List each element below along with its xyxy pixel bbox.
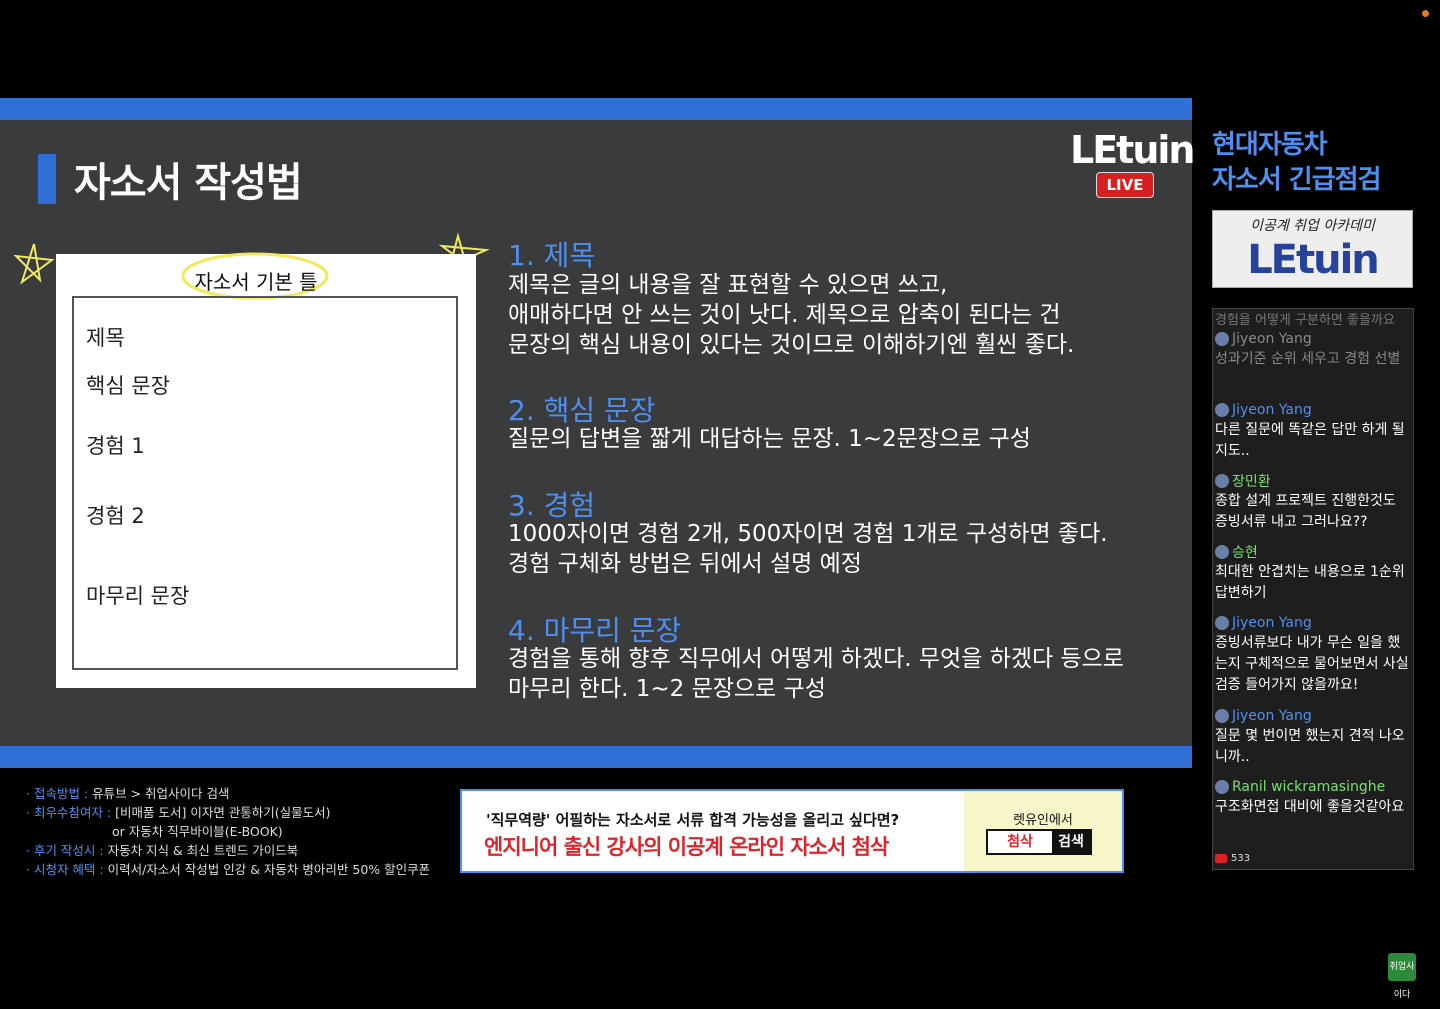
live-chat[interactable]: 경험을 어떻게 구분하면 좋을까요 Jiyeon Yang 성과기준 순위 세우… [1212, 308, 1414, 870]
chat-text: 성과기준 순위 세우고 경험 선별 [1215, 351, 1401, 367]
chat-text: 증빙서류보다 내가 무슨 일을 했는지 구체적으로 물어보면서 사실검증 들어가… [1215, 635, 1409, 693]
section-heading: 4. 마무리 문장 [508, 614, 682, 647]
live-badge: LIVE [1096, 172, 1154, 198]
promo-banner[interactable]: '직무역량' 어필하는 자소서로 서류 합격 가능성을 올리고 싶다면? 엔지니… [460, 789, 1124, 873]
slide: 자소서 작성법 LEtuin LIVE 자소서 기본 틀 제목 핵심 문장 경험… [0, 98, 1195, 768]
section-line: 애매하다면 안 쓰는 것이 낫다. 제목으로 압축이 된다는 건 [508, 302, 1061, 328]
chat-author: 장민환 [1232, 474, 1271, 490]
template-card: 자소서 기본 틀 제목 핵심 문장 경험 1 경험 2 마무리 문장 [56, 252, 476, 688]
section-body: 경험을 통해 향후 직무에서 어떻게 하겠다. 무엇을 하겠다 등으로 마무리 … [508, 644, 1124, 704]
chat-message: Jiyeon Yang 질문 몇 번이면 했는지 견적 나오니까.. [1215, 706, 1413, 768]
chat-text: 종합 설계 프로젝트 진행한것도 증빙서류 내고 그러나요?? [1215, 493, 1396, 530]
chat-text: 구조화면접 대비에 좋을것같아요 [1215, 799, 1405, 815]
info-line: · 최우수참여자 : [비매품 도서] 이자면 관통하기(실물도서) [26, 805, 331, 820]
avatar [1215, 709, 1229, 723]
section-line: 마무리 한다. 1~2 문장으로 구성 [508, 676, 826, 702]
promo-subtitle: '직무역량' 어필하는 자소서로 서류 합격 가능성을 올리고 싶다면? [486, 811, 900, 829]
promo-search-area: 렛유인에서 첨삭 검색 [964, 791, 1122, 871]
chat-message: Ranil wickramasinghe 구조화면접 대비에 좋을것같아요 [1215, 777, 1413, 818]
section-line: 질문의 답변을 짧게 대답하는 문장. 1~2문장으로 구성 [508, 426, 1031, 452]
star-doodle-icon [13, 243, 55, 285]
section-body: 질문의 답변을 짧게 대답하는 문장. 1~2문장으로 구성 [508, 424, 1031, 454]
chat-text: 최대한 안겹치는 내용으로 1순위 답변하기 [1215, 564, 1405, 601]
card-box: 제목 핵심 문장 경험 1 경험 2 마무리 문장 [72, 296, 458, 670]
card-header: 자소서 기본 틀 [194, 270, 318, 294]
chat-text: 질문 몇 번이면 했는지 견적 나오니까.. [1215, 728, 1405, 765]
chat-message: 장민환 종합 설계 프로젝트 진행한것도 증빙서류 내고 그러나요?? [1215, 471, 1413, 533]
chat-message: Jiyeon Yang 증빙서류보다 내가 무슨 일을 했는지 구체적으로 물어… [1215, 613, 1413, 696]
sidebar-title-line: 현대자동차 [1212, 130, 1328, 160]
section-line: 경험을 통해 향후 직무에서 어떻게 하겠다. 무엇을 하겠다 등으로 [508, 646, 1124, 672]
chat-message: Jiyeon Yang 성과기준 순위 세우고 경험 선별 [1215, 329, 1413, 370]
sidebar-title-line: 자소서 긴급점검 [1212, 165, 1381, 195]
section-line: 문장의 핵심 내용이 있다는 것이므로 이해하기엔 훨씬 좋다. [508, 332, 1075, 358]
info-line: · 후기 작성시 : 자동차 지식 & 최신 트렌드 가이드북 [26, 843, 299, 858]
viewer-number: 533 [1231, 853, 1251, 864]
section-heading: 2. 핵심 문장 [508, 394, 656, 427]
sidebar-title: 현대자동차 자소서 긴급점검 [1212, 128, 1381, 198]
section-heading: 1. 제목 [508, 239, 596, 272]
info-line: or 자동차 직무바이블(E-BOOK) [112, 824, 283, 839]
youtube-icon [1215, 854, 1227, 863]
section-body: 제목은 글의 내용을 잘 표현할 수 있으면 쓰고, 애매하다면 안 쓰는 것이… [508, 270, 1074, 360]
logo-text: LEtuin [1247, 237, 1380, 283]
chat-author: Jiyeon Yang [1232, 708, 1312, 724]
slide-top-bar [0, 98, 1192, 120]
card-item-exp1: 경험 1 [86, 434, 145, 458]
chat-faded-text: 경험을 어떻게 구분하면 좋을까요 [1215, 313, 1395, 328]
chat-author: Jiyeon Yang [1232, 615, 1312, 631]
title-accent-bar [38, 154, 56, 204]
chat-message: 승현 최대한 안겹치는 내용으로 1순위 답변하기 [1215, 542, 1413, 604]
logo-tagline: 이공계 취업 아카데미 [1250, 218, 1375, 234]
sidebar-logo: 이공계 취업 아카데미 LEtuin [1212, 210, 1413, 288]
card-item-exp2: 경험 2 [86, 504, 145, 528]
promo-search-box[interactable]: 첨삭 검색 [986, 829, 1092, 855]
info-line: · 시청자 혜택 : 이력서/자소서 작성법 인강 & 자동차 병아리반 50%… [26, 862, 431, 877]
card-item-closing: 마무리 문장 [86, 584, 190, 608]
promo-search-button[interactable]: 검색 [1052, 831, 1090, 853]
avatar [1215, 616, 1229, 630]
promo-search-value: 첨삭 [1007, 834, 1033, 850]
info-line: · 접속방법 : 유튜브 > 취업사이다 검색 [26, 786, 230, 801]
letuin-logo: LEtuin [1070, 128, 1195, 172]
recording-dot [1422, 10, 1429, 17]
chat-author: Jiyeon Yang [1232, 331, 1312, 347]
chat-message: Jiyeon Yang 다른 질문에 똑같은 답만 하게 될지도.. [1215, 400, 1413, 462]
section-line: 제목은 글의 내용을 잘 표현할 수 있으면 쓰고, [508, 272, 948, 298]
slide-title: 자소서 작성법 [74, 160, 303, 206]
card-item-core: 핵심 문장 [86, 374, 170, 398]
promo-search-label: 렛유인에서 [1013, 813, 1073, 828]
promo-headline: 엔지니어 출신 강사의 이공계 온라인 자소서 첨삭 [484, 835, 889, 859]
event-info: · 접속방법 : 유튜브 > 취업사이다 검색 · 최우수참여자 : [비매품 … [26, 784, 446, 879]
chat-text: 다른 질문에 똑같은 답만 하게 될지도.. [1215, 422, 1405, 459]
card-item-title: 제목 [86, 326, 125, 350]
chat-author: Jiyeon Yang [1232, 402, 1312, 418]
avatar [1215, 403, 1229, 417]
avatar [1215, 474, 1229, 488]
slide-bottom-bar [0, 746, 1192, 768]
viewer-count: 533 [1215, 853, 1250, 864]
avatar [1215, 332, 1229, 346]
avatar [1215, 780, 1229, 794]
section-line: 경험 구체화 방법은 뒤에서 설명 예정 [508, 551, 862, 577]
promo-text-area: '직무역량' 어필하는 자소서로 서류 합격 가능성을 올리고 싶다면? 엔지니… [462, 791, 962, 871]
avatar [1215, 545, 1229, 559]
chat-author: 승현 [1232, 545, 1258, 561]
chat-author: Ranil wickramasinghe [1232, 779, 1386, 795]
section-body: 1000자이면 경험 2개, 500자이면 경험 1개로 구성하면 좋다. 경험… [508, 519, 1108, 579]
channel-badge-icon[interactable]: 취업사이다 [1388, 953, 1416, 1000]
section-line: 1000자이면 경험 2개, 500자이면 경험 1개로 구성하면 좋다. [508, 521, 1108, 547]
section-heading: 3. 경험 [508, 489, 596, 522]
